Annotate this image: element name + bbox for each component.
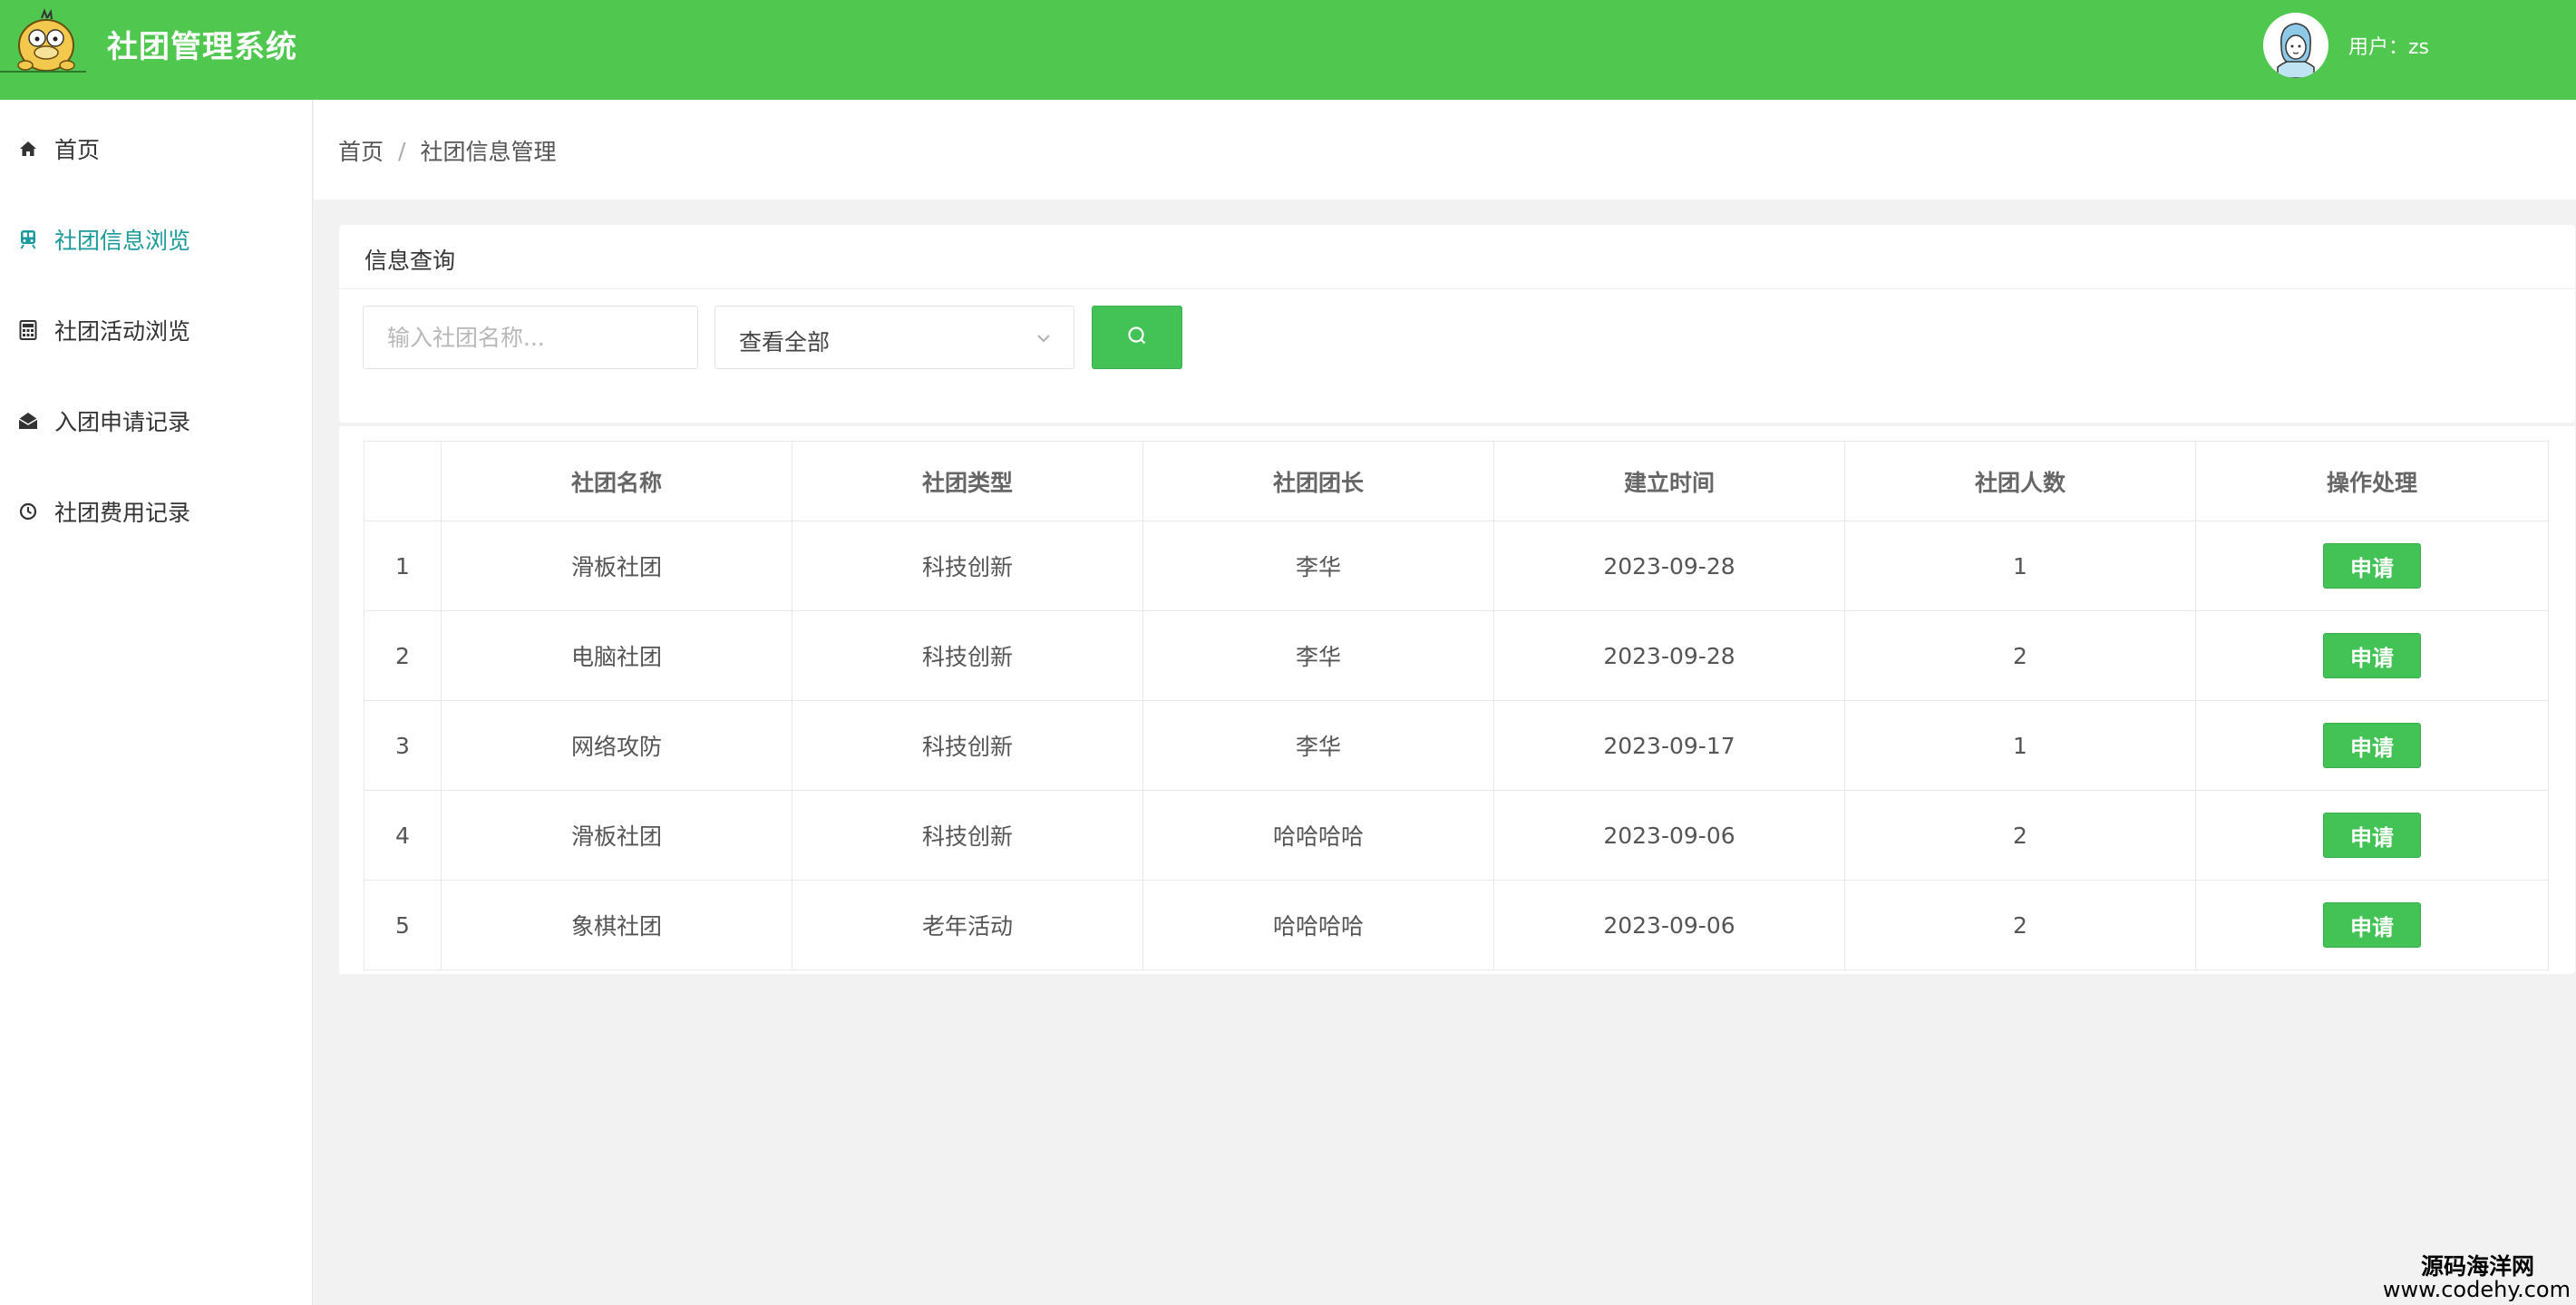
cell-action: 申请 xyxy=(2195,610,2549,701)
cell-leader: 李华 xyxy=(1142,610,1494,701)
column-header-date: 建立时间 xyxy=(1493,441,1845,521)
table-row: 3 网络攻防 科技创新 李华 2023-09-17 1 申请 xyxy=(364,700,2549,791)
club-name-search-input[interactable] xyxy=(363,306,698,369)
top-header: 社团管理系统 用户：zs xyxy=(0,0,2576,100)
cell-index: 2 xyxy=(364,610,442,701)
cell-name: 滑板社团 xyxy=(441,521,792,611)
cell-index: 1 xyxy=(364,521,442,611)
column-header-name: 社团名称 xyxy=(441,441,792,521)
card-gap xyxy=(339,423,2575,426)
duck-logo-icon[interactable] xyxy=(7,7,85,74)
cell-count: 1 xyxy=(1844,521,2196,611)
apply-button[interactable]: 申请 xyxy=(2323,543,2421,589)
select-value: 查看全部 xyxy=(739,329,831,355)
sidebar-item-label: 社团信息浏览 xyxy=(54,228,191,254)
cell-index: 4 xyxy=(364,790,442,881)
cell-date: 2023-09-28 xyxy=(1493,610,1845,701)
cell-name: 象棋社团 xyxy=(441,880,792,970)
watermark: 源码海洋网 www.codehy.com xyxy=(2382,1252,2571,1302)
user-name-label[interactable]: 用户：zs xyxy=(2348,31,2429,60)
breadcrumb-separator: / xyxy=(398,137,406,164)
chevron-down-icon xyxy=(1034,328,1054,348)
column-header-count: 社团人数 xyxy=(1844,441,2196,521)
envelope-open-icon xyxy=(18,411,38,431)
calculator-icon xyxy=(18,320,38,340)
cell-count: 2 xyxy=(1844,790,2196,881)
sidebar-nav: 首页 社团信息浏览 社团活动浏览 入团申请记录 社团费用记录 xyxy=(0,100,313,1305)
watermark-line-2: www.codehy.com xyxy=(2382,1276,2571,1302)
table-header-row: 社团名称 社团类型 社团团长 建立时间 社团人数 操作处理 xyxy=(364,441,2549,521)
table-row: 4 滑板社团 科技创新 哈哈哈哈 2023-09-06 2 申请 xyxy=(364,790,2549,881)
cell-date: 2023-09-06 xyxy=(1493,880,1845,970)
cell-leader: 李华 xyxy=(1142,700,1494,791)
breadcrumb-home-link[interactable]: 首页 xyxy=(338,134,384,167)
apply-button[interactable]: 申请 xyxy=(2323,723,2421,768)
app-title: 社团管理系统 xyxy=(107,29,297,65)
sidebar-item-home[interactable]: 首页 xyxy=(0,122,312,176)
column-header-leader: 社团团长 xyxy=(1142,441,1494,521)
sidebar-item-club-activities[interactable]: 社团活动浏览 xyxy=(0,303,312,357)
cell-index: 3 xyxy=(364,700,442,791)
column-header-action: 操作处理 xyxy=(2195,441,2549,521)
apply-button[interactable]: 申请 xyxy=(2323,813,2421,858)
search-button[interactable] xyxy=(1092,306,1182,369)
cell-index: 5 xyxy=(364,880,442,970)
user-avatar[interactable] xyxy=(2263,13,2328,78)
sidebar-item-label: 社团活动浏览 xyxy=(54,318,191,345)
column-header-index xyxy=(364,441,442,521)
sidebar-item-label: 社团费用记录 xyxy=(54,500,191,526)
table-card: 社团名称 社团类型 社团团长 建立时间 社团人数 操作处理 1 滑板社团 科技创… xyxy=(339,423,2575,974)
cell-date: 2023-09-28 xyxy=(1493,521,1845,611)
train-icon xyxy=(18,229,38,249)
search-icon xyxy=(1125,324,1149,351)
club-type-select[interactable]: 查看全部 xyxy=(714,306,1074,369)
cell-name: 电脑社团 xyxy=(441,610,792,701)
cell-date: 2023-09-17 xyxy=(1493,700,1845,791)
cell-name: 滑板社团 xyxy=(441,790,792,881)
query-card-title: 信息查询 xyxy=(365,248,456,274)
clock-icon xyxy=(18,502,38,521)
cell-action: 申请 xyxy=(2195,880,2549,970)
table-row: 1 滑板社团 科技创新 李华 2023-09-28 1 申请 xyxy=(364,521,2549,611)
card-divider xyxy=(339,288,2575,289)
cell-leader: 哈哈哈哈 xyxy=(1142,880,1494,970)
apply-button[interactable]: 申请 xyxy=(2323,902,2421,948)
cell-type: 科技创新 xyxy=(792,521,1143,611)
cell-type: 老年活动 xyxy=(792,880,1143,970)
cell-type: 科技创新 xyxy=(792,790,1143,881)
cell-count: 2 xyxy=(1844,880,2196,970)
cell-leader: 李华 xyxy=(1142,521,1494,611)
cell-name: 网络攻防 xyxy=(441,700,792,791)
table-row: 5 象棋社团 老年活动 哈哈哈哈 2023-09-06 2 申请 xyxy=(364,880,2549,970)
cell-action: 申请 xyxy=(2195,700,2549,791)
sidebar-item-fee-records[interactable]: 社团费用记录 xyxy=(0,484,312,539)
sidebar-item-label: 入团申请记录 xyxy=(54,409,191,435)
logo-underline xyxy=(0,71,86,73)
cell-count: 2 xyxy=(1844,610,2196,701)
cell-action: 申请 xyxy=(2195,790,2549,881)
watermark-line-1: 源码海洋网 xyxy=(2420,1252,2534,1280)
cell-leader: 哈哈哈哈 xyxy=(1142,790,1494,881)
apply-button[interactable]: 申请 xyxy=(2323,633,2421,678)
home-icon xyxy=(18,139,38,159)
cell-type: 科技创新 xyxy=(792,610,1143,701)
cell-action: 申请 xyxy=(2195,521,2549,611)
cell-date: 2023-09-06 xyxy=(1493,790,1845,881)
sidebar-item-join-records[interactable]: 入团申请记录 xyxy=(0,394,312,448)
cell-type: 科技创新 xyxy=(792,700,1143,791)
breadcrumb: 首页 / 社团信息管理 xyxy=(338,134,556,167)
breadcrumb-bar: 首页 / 社团信息管理 xyxy=(314,100,2576,200)
sidebar-item-label: 首页 xyxy=(54,137,101,163)
club-table: 社团名称 社团类型 社团团长 建立时间 社团人数 操作处理 1 滑板社团 科技创… xyxy=(364,441,2549,970)
breadcrumb-current: 社团信息管理 xyxy=(420,139,557,165)
sidebar-item-club-info[interactable]: 社团信息浏览 xyxy=(0,212,312,267)
cell-count: 1 xyxy=(1844,700,2196,791)
query-card: 信息查询 查看全部 xyxy=(339,225,2575,423)
column-header-type: 社团类型 xyxy=(792,441,1143,521)
table-row: 2 电脑社团 科技创新 李华 2023-09-28 2 申请 xyxy=(364,610,2549,701)
